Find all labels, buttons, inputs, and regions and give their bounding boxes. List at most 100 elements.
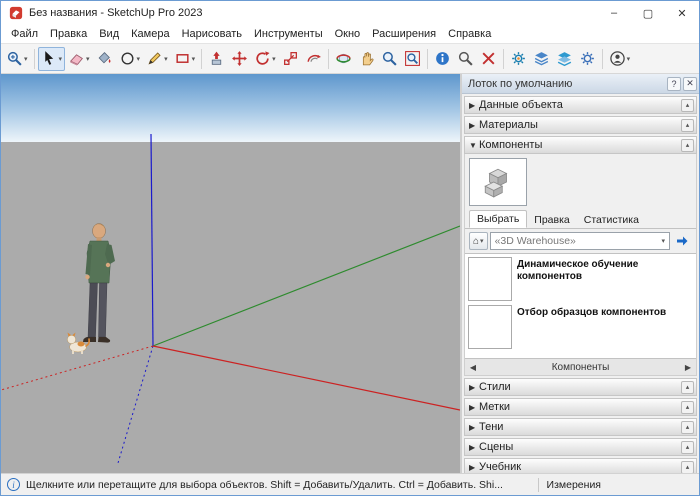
- move-tool-button[interactable]: [228, 47, 251, 71]
- component-preview-thumbnail[interactable]: [469, 158, 527, 206]
- pan-tool-button[interactable]: [355, 47, 378, 71]
- minimize-button[interactable]: –: [597, 1, 631, 25]
- search-tool-button[interactable]: [454, 47, 477, 71]
- rotate-icon: [254, 50, 271, 67]
- toolbar-separator: [602, 49, 603, 69]
- shapes-tool-button[interactable]: ▾: [116, 47, 144, 71]
- cat-figure: [67, 333, 89, 355]
- dropdown-arrow-icon[interactable]: ▾: [164, 55, 168, 63]
- zoom-selection-tool-button[interactable]: ▾: [3, 47, 31, 71]
- home-collections-button[interactable]: ⌂ ▾: [469, 232, 488, 250]
- menu-window[interactable]: Окно: [329, 26, 367, 42]
- tray-close-button[interactable]: ✕: [683, 77, 697, 91]
- zoom-extents-tool-button[interactable]: [401, 47, 424, 71]
- rotate-tool-button[interactable]: ▾: [251, 47, 279, 71]
- close-button[interactable]: ✕: [665, 1, 699, 25]
- eraser-tool-button[interactable]: ▾: [65, 47, 93, 71]
- dropdown-arrow-icon[interactable]: ▾: [627, 55, 631, 63]
- toolbar-separator: [201, 49, 202, 69]
- component-cubes-icon: [481, 165, 515, 199]
- component-options-button[interactable]: [507, 47, 530, 71]
- dropdown-arrow-icon[interactable]: ▾: [192, 55, 196, 63]
- menu-file[interactable]: Файл: [5, 26, 44, 42]
- menu-camera[interactable]: Камера: [125, 26, 175, 42]
- component-preview-area: [465, 154, 696, 210]
- model-info-button[interactable]: [431, 47, 454, 71]
- select-tool-button[interactable]: ▾: [38, 47, 66, 71]
- dropdown-arrow-icon: ▾: [480, 237, 484, 245]
- component-item-thumbnail[interactable]: [468, 305, 512, 349]
- stacked-layers-icon: [556, 50, 573, 67]
- component-item-thumbnail[interactable]: [468, 257, 512, 301]
- menu-tools[interactable]: Инструменты: [248, 26, 329, 42]
- dropdown-arrow-icon[interactable]: ▾: [272, 55, 276, 63]
- components-tabs: Выбрать Правка Статистика: [465, 210, 696, 229]
- orbit-tool-button[interactable]: [332, 47, 355, 71]
- measurements-label: Измерения: [547, 479, 601, 491]
- scale-tool-button[interactable]: [279, 47, 302, 71]
- title-bar[interactable]: Без названия - SketchUp Pro 2023 – ▢ ✕: [1, 1, 699, 25]
- account-button[interactable]: ▾: [606, 47, 634, 71]
- section-instructor[interactable]: ▶ Учебник ▴: [464, 458, 697, 473]
- tab-statistics[interactable]: Статистика: [577, 212, 646, 228]
- warehouse-search-combo[interactable]: «3D Warehouse» ▾: [490, 232, 670, 250]
- section-materials[interactable]: ▶ Материалы ▴: [464, 116, 697, 134]
- push-pull-tool-button[interactable]: [205, 47, 228, 71]
- section-shadows[interactable]: ▶ Тени ▴: [464, 418, 697, 436]
- section-collapse-button[interactable]: ▴: [681, 139, 694, 152]
- paint-bucket-tool-button[interactable]: [93, 47, 116, 71]
- list-item[interactable]: Динамическое обучение компонентов: [468, 257, 693, 301]
- nav-back-button[interactable]: ◀: [467, 363, 479, 372]
- dropdown-arrow-icon[interactable]: ▾: [24, 55, 28, 63]
- 3d-viewport[interactable]: [1, 74, 460, 473]
- zoom-tool-button[interactable]: [378, 47, 401, 71]
- section-tags[interactable]: ▶ Метки ▴: [464, 398, 697, 416]
- menu-extensions[interactable]: Расширения: [366, 26, 442, 42]
- tab-select[interactable]: Выбрать: [469, 210, 527, 228]
- soften-edges-button[interactable]: [530, 47, 553, 71]
- section-collapse-button[interactable]: ▴: [681, 119, 694, 132]
- search-go-button[interactable]: [672, 232, 692, 250]
- line-tool-button[interactable]: ▾: [143, 47, 171, 71]
- extension-gear-icon: [579, 50, 596, 67]
- section-collapse-button[interactable]: ▴: [681, 381, 694, 394]
- status-info-icon[interactable]: i: [7, 478, 20, 491]
- section-entity-info[interactable]: ▶ Данные объекта ▴: [464, 96, 697, 114]
- menu-help[interactable]: Справка: [442, 26, 497, 42]
- section-components[interactable]: ▼ Компоненты ▴: [464, 136, 697, 154]
- offset-tool-button[interactable]: [302, 47, 325, 71]
- maximize-button[interactable]: ▢: [631, 1, 665, 25]
- menu-draw[interactable]: Нарисовать: [176, 26, 248, 42]
- scene-overlay: [1, 74, 460, 473]
- list-item[interactable]: Отбор образцов компонентов: [468, 305, 693, 349]
- expand-right-icon: ▶: [469, 121, 479, 130]
- expand-right-icon: ▶: [469, 403, 479, 412]
- measurements-input[interactable]: [607, 477, 693, 492]
- section-label: Метки: [479, 401, 681, 413]
- dropdown-arrow-icon[interactable]: ▾: [59, 55, 63, 63]
- section-collapse-button[interactable]: ▴: [681, 401, 694, 414]
- section-styles[interactable]: ▶ Стили ▴: [464, 378, 697, 396]
- components-search-row: ⌂ ▾ «3D Warehouse» ▾: [465, 229, 696, 253]
- section-collapse-button[interactable]: ▴: [681, 421, 694, 434]
- rectangle-tool-button[interactable]: ▾: [171, 47, 199, 71]
- menu-view[interactable]: Вид: [93, 26, 125, 42]
- outliner-button[interactable]: [553, 47, 576, 71]
- tray-help-button[interactable]: ?: [667, 77, 681, 91]
- tab-edit[interactable]: Правка: [527, 212, 576, 228]
- combo-dropdown-icon[interactable]: ▾: [661, 237, 665, 245]
- section-scenes[interactable]: ▶ Сцены ▴: [464, 438, 697, 456]
- section-collapse-button[interactable]: ▴: [681, 441, 694, 454]
- nav-forward-button[interactable]: ▶: [682, 363, 694, 372]
- menu-edit[interactable]: Правка: [44, 26, 93, 42]
- push-pull-icon: [208, 50, 225, 67]
- extensions-button[interactable]: [576, 47, 599, 71]
- axis-blue: [151, 134, 153, 346]
- section-collapse-button[interactable]: ▴: [681, 99, 694, 112]
- section-label: Компоненты: [479, 139, 681, 151]
- dropdown-arrow-icon[interactable]: ▾: [137, 55, 141, 63]
- dropdown-arrow-icon[interactable]: ▾: [86, 55, 90, 63]
- section-collapse-button[interactable]: ▴: [681, 461, 694, 474]
- delete-guides-button[interactable]: [477, 47, 500, 71]
- component-item-label: Отбор образцов компонентов: [517, 307, 666, 319]
